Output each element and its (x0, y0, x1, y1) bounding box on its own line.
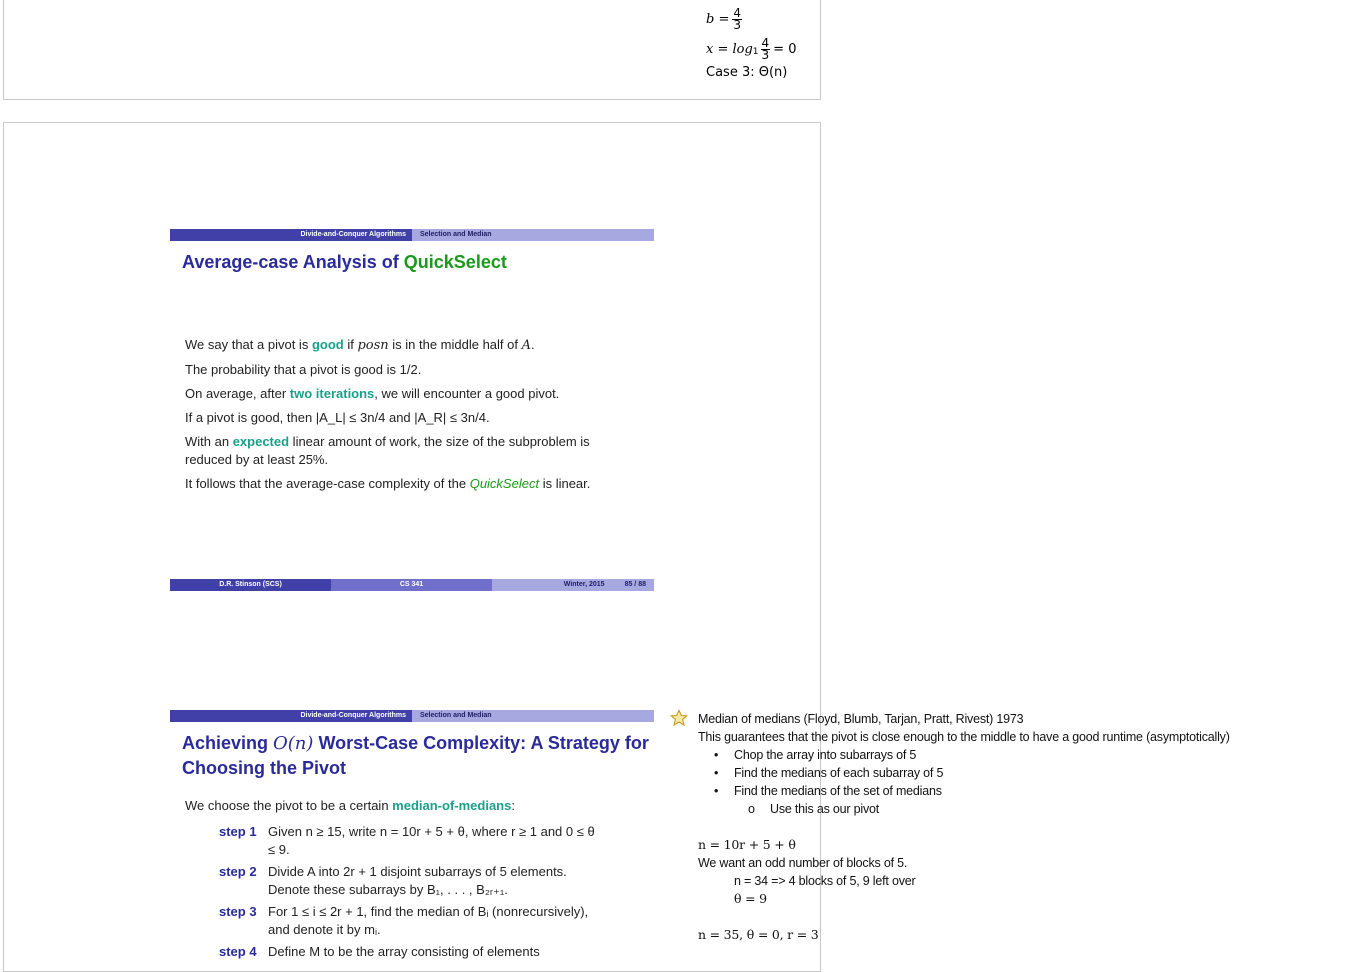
footer-course: CS 341 (331, 579, 492, 591)
notes-bullet-1: • Chop the array into subarrays of 5 (714, 748, 917, 762)
step-4: step 4 Define M to be the array consistin… (219, 944, 540, 959)
b-den: 3 (733, 17, 741, 32)
slide1-line2: The probability that a pivot is good is … (185, 362, 422, 377)
step-1: step 1 Given n ≥ 15, write n = 10r + 5 + … (219, 824, 595, 857)
x-lhs: x = log (706, 41, 753, 57)
notes-bullet-3: • Find the medians of the set of medians (714, 784, 942, 798)
slide1-header-left: Divide-and-Conquer Algorithms (170, 229, 412, 241)
footer-term-page: Winter, 2015 85 / 88 (492, 579, 654, 591)
notes-eq2: n = 35, θ = 0, r = 3 (698, 927, 819, 942)
step-2: step 2 Divide A into 2r + 1 disjoint suba… (219, 864, 567, 897)
slide2-header-right: Selection and Median (412, 710, 654, 722)
x-den: 3 (761, 47, 770, 62)
slide1-header: Divide-and-Conquer Algorithms Selection … (170, 229, 654, 241)
notes-bullet-2: • Find the medians of each subarray of 5 (714, 766, 944, 780)
notes-example-1: n = 34 => 4 blocks of 5, 9 left over (734, 874, 916, 888)
notes-panel: Median of medians (Floyd, Blumb, Tarjan,… (698, 710, 1230, 944)
steps-list: step 1 Given n ≥ 15, write n = 10r + 5 + … (185, 823, 599, 961)
slide1-line5: With an expected linear amount of work, … (185, 434, 590, 467)
slide1-title-quickselect: QuickSelect (403, 252, 507, 272)
case-label: Case 3: Θ(n) (706, 65, 788, 80)
slide1-title-text: Average-case Analysis of (182, 252, 404, 272)
notes-example-2: θ = 9 (734, 891, 767, 906)
page-frame-top (3, 0, 821, 100)
slide1-header-right: Selection and Median (412, 229, 654, 241)
step-3: step 3 For 1 ≤ i ≤ 2r + 1, find the media… (219, 904, 589, 937)
slide1-body: We say that a pivot is good if posn is i… (185, 336, 635, 499)
star-icon[interactable] (670, 709, 688, 727)
slide2-title: Achieving O(n) Worst-Case Complexity: A … (182, 733, 649, 778)
b-fraction: 4 3 (732, 7, 742, 32)
slide1-title: Average-case Analysis of QuickSelect (182, 250, 507, 274)
x-fraction: 4 3 (760, 37, 771, 62)
slide2-header: Divide-and-Conquer Algorithms Selection … (170, 710, 654, 722)
slide1-line4: If a pivot is good, then |A_L| ≤ 3n/4 an… (185, 410, 490, 425)
slide2-body: We choose the pivot to be a certain medi… (185, 797, 645, 965)
slide1-line3: On average, after two iterations, we wil… (185, 386, 560, 401)
top-math: b = 4 3 x = log 1 4 3 = 0 Case 3: Θ(n) (706, 4, 816, 82)
slide2-intro: We choose the pivot to be a certain medi… (185, 798, 515, 813)
notes-line2: This guarantees that the pivot is close … (698, 730, 1230, 744)
slide2-header-left: Divide-and-Conquer Algorithms (170, 710, 412, 722)
slide-median-of-medians: Divide-and-Conquer Algorithms Selection … (170, 710, 654, 960)
slide-average-case: Divide-and-Conquer Algorithms Selection … (170, 229, 654, 593)
footer-author: D.R. Stinson (SCS) (170, 579, 331, 591)
notes-title: Median of medians (Floyd, Blumb, Tarjan,… (698, 712, 1024, 726)
slide1-footer: D.R. Stinson (SCS) CS 341 Winter, 2015 85… (170, 579, 654, 591)
slide1-line6: It follows that the average-case complex… (185, 476, 591, 491)
b-lhs: b = (706, 11, 730, 27)
x-sub: 1 (752, 47, 759, 57)
x-rhs: = 0 (773, 41, 797, 57)
notes-sub-bullet: o Use this as our pivot (748, 802, 880, 816)
notes-eq1: n = 10r + 5 + θ (698, 837, 796, 852)
slide1-line1: We say that a pivot is good if posn is i… (185, 337, 535, 353)
notes-line-odd: We want an odd number of blocks of 5. (698, 856, 908, 870)
